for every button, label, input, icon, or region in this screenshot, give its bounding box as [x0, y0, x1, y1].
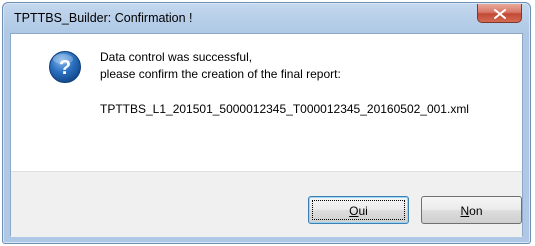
svg-text:?: ? — [59, 57, 71, 79]
close-button[interactable] — [477, 4, 522, 23]
title-bar[interactable]: TPTTBS_Builder: Confirmation ! — [3, 3, 530, 33]
no-button-label: Non — [460, 204, 483, 218]
no-button[interactable]: Non — [421, 196, 522, 224]
message-area: ? Data control was successful, please co… — [11, 34, 522, 171]
confirmation-dialog: TPTTBS_Builder: Confirmation ! ? Data co… — [2, 2, 531, 244]
question-icon: ? — [49, 51, 81, 83]
message-line-2: please confirm the creation of the final… — [100, 67, 341, 81]
message-line-1: Data control was successful, — [100, 50, 253, 64]
close-icon — [494, 9, 506, 19]
report-filename: TPTTBS_L1_201501_5000012345_T000012345_2… — [100, 102, 469, 116]
dialog-body: ? Data control was successful, please co… — [10, 33, 523, 237]
button-bar: Oui Non — [11, 171, 522, 237]
window-title: TPTTBS_Builder: Confirmation ! — [14, 11, 193, 25]
yes-button[interactable]: Oui — [308, 196, 409, 224]
yes-button-label: Oui — [349, 204, 368, 218]
